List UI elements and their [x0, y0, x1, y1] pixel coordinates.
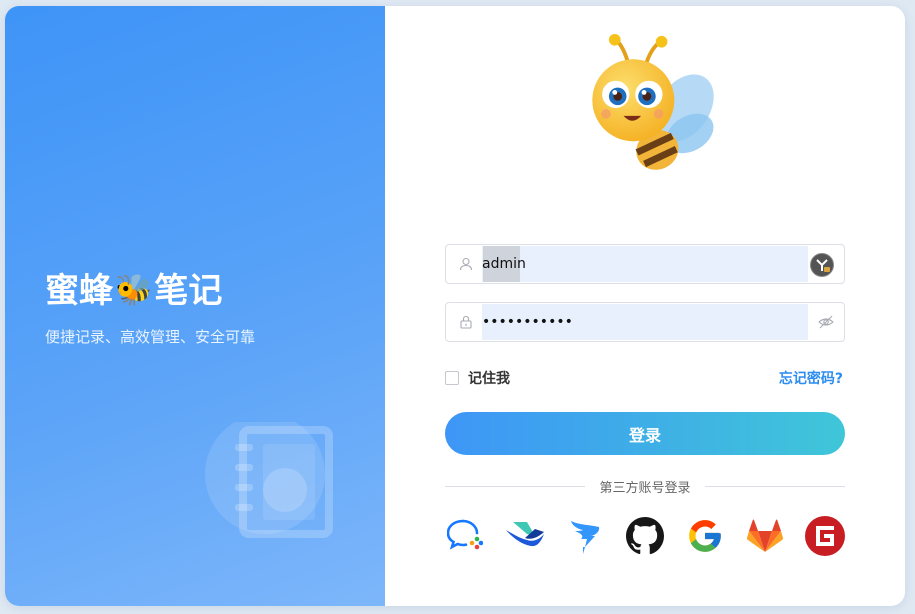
- login-panel: 记住我 忘记密码? 登录 第三方账号登录: [385, 6, 905, 606]
- remember-me-label[interactable]: 记住我: [468, 368, 510, 388]
- password-field[interactable]: [445, 302, 845, 342]
- password-manager-icon[interactable]: [810, 253, 834, 277]
- remember-me-checkbox[interactable]: [445, 371, 459, 385]
- third-party-divider: 第三方账号登录: [445, 476, 845, 496]
- google-icon: [689, 520, 721, 552]
- google-login-button[interactable]: [685, 516, 725, 556]
- github-icon: [626, 517, 664, 555]
- gitee-icon: [805, 516, 845, 556]
- username-input[interactable]: [482, 245, 782, 283]
- wecom-icon: [447, 519, 483, 550]
- eye-off-icon[interactable]: [818, 314, 834, 330]
- user-icon: [459, 257, 473, 271]
- brand-title-part2: 笔记: [154, 271, 223, 311]
- gitlab-login-button[interactable]: [745, 516, 785, 556]
- bee-mascot-icon: [592, 33, 714, 170]
- divider-line-right: [705, 486, 845, 487]
- toggle-password-visibility[interactable]: [808, 303, 844, 341]
- remember-me[interactable]: 记住我: [445, 368, 510, 388]
- wecom-login-button[interactable]: [445, 516, 485, 556]
- social-login-list: [445, 516, 845, 556]
- username-field[interactable]: [445, 244, 845, 284]
- gitee-login-button[interactable]: [805, 516, 845, 556]
- login-button[interactable]: 登录: [445, 412, 845, 455]
- feishu-login-button[interactable]: [505, 516, 545, 556]
- password-input[interactable]: [482, 303, 782, 341]
- dingtalk-login-button[interactable]: [565, 516, 605, 556]
- feishu-icon: [506, 522, 544, 547]
- brand-title: 蜜蜂 🐝 笔记: [45, 268, 222, 314]
- login-card: 蜜蜂 🐝 笔记 便捷记录、高效管理、安全可靠 admin •••••••••••…: [5, 6, 905, 606]
- brand-panel: 蜜蜂 🐝 笔记 便捷记录、高效管理、安全可靠: [5, 6, 385, 606]
- github-login-button[interactable]: [625, 516, 665, 556]
- dingtalk-icon: [571, 521, 600, 554]
- lock-icon: [460, 315, 472, 329]
- brand-tagline: 便捷记录、高效管理、安全可靠: [45, 328, 256, 346]
- gitlab-icon: [747, 519, 783, 552]
- bee-emoji-icon: 🐝: [115, 273, 153, 308]
- forgot-password-link[interactable]: 忘记密码?: [779, 368, 843, 388]
- brand-title-part1: 蜜蜂: [45, 271, 113, 311]
- notebook-decoration-icon: [205, 422, 333, 538]
